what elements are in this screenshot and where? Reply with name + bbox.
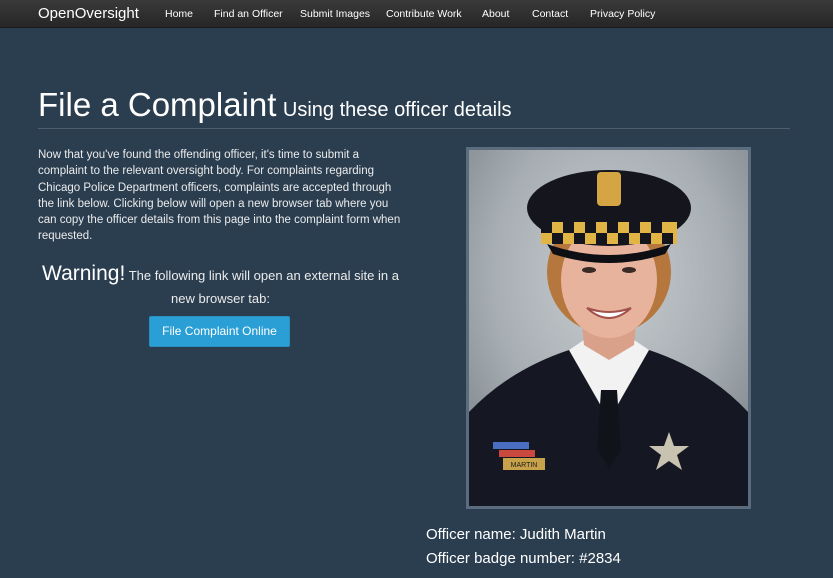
page-title-main: File a Complaint <box>38 86 277 123</box>
nav-link-privacy-policy[interactable]: Privacy Policy <box>590 8 655 20</box>
nav-link-submit-images[interactable]: Submit Images <box>300 8 370 20</box>
nav-link-contact[interactable]: Contact <box>532 8 568 20</box>
warning-text: The following link will open an external… <box>128 268 399 306</box>
nav-link-contribute-work[interactable]: Contribute Work <box>386 8 462 20</box>
officer-badge-number: Officer badge number: #2834 <box>426 550 621 567</box>
nameplate-text: MARTIN <box>511 462 538 469</box>
nav-link-find-officer[interactable]: Find an Officer <box>214 8 283 20</box>
top-navbar: OpenOversight Home Find an Officer Submi… <box>0 0 833 28</box>
page-title: File a Complaint Using these officer det… <box>38 86 512 124</box>
brand-link[interactable]: OpenOversight <box>38 5 139 22</box>
file-complaint-button[interactable]: File Complaint Online <box>149 316 290 347</box>
officer-portrait: MARTIN <box>469 150 748 506</box>
intro-paragraph: Now that you've found the offending offi… <box>38 149 401 243</box>
nav-link-about[interactable]: About <box>482 8 509 20</box>
nav-link-home[interactable]: Home <box>165 8 193 20</box>
title-divider <box>38 128 790 129</box>
page-title-subtitle: Using these officer details <box>282 99 512 121</box>
officer-name: Officer name: Judith Martin <box>426 526 606 543</box>
external-link-warning: Warning! The following link will open an… <box>38 262 403 310</box>
warning-label: Warning! <box>42 262 126 285</box>
officer-photo: MARTIN <box>466 147 751 509</box>
